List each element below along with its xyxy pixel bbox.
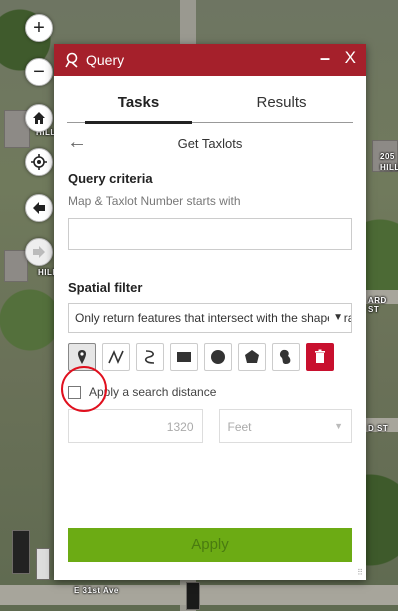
locate-icon	[31, 154, 47, 170]
zoom-out-button[interactable]: −	[25, 58, 53, 86]
query-criteria-heading: Query criteria	[68, 171, 153, 186]
panel-title: Query	[86, 52, 125, 68]
freehand-polygon-icon	[279, 349, 291, 364]
freehand-line-icon	[144, 350, 155, 364]
search-distance-row: Apply a search distance	[68, 385, 352, 399]
map-car	[186, 582, 200, 610]
draw-polygon-button[interactable]	[238, 343, 266, 371]
map-label: 205	[380, 152, 395, 161]
home-button[interactable]	[25, 104, 53, 132]
distance-input[interactable]: 1320	[68, 409, 203, 443]
minimize-button[interactable]: –	[320, 48, 330, 69]
search-distance-label: Apply a search distance	[89, 385, 217, 399]
distance-unit-select[interactable]: Feet ▼	[218, 409, 352, 443]
minus-icon: −	[33, 61, 45, 83]
map-label: ARD ST	[368, 296, 387, 314]
map-car	[12, 530, 30, 574]
draw-freehand-polygon-button[interactable]	[272, 343, 300, 371]
locate-button[interactable]	[25, 148, 53, 176]
polygon-icon	[245, 350, 259, 363]
map-label: D ST	[368, 424, 389, 433]
caret-down-icon: ▼	[329, 312, 343, 323]
next-extent-button[interactable]	[25, 238, 53, 266]
caret-down-icon: ▼	[334, 421, 343, 431]
home-icon	[33, 112, 45, 124]
map-label: E 31st Ave	[74, 586, 119, 595]
map-label: HILL	[380, 163, 398, 172]
highlight-circle-annotation	[61, 366, 107, 412]
resize-grip-icon[interactable]: ⠿	[357, 568, 363, 577]
tab-tasks[interactable]: Tasks	[67, 94, 210, 124]
arrow-left-icon	[33, 202, 45, 214]
point-marker-icon	[78, 350, 86, 364]
panel-title-bar[interactable]: Query – X	[54, 44, 366, 76]
query-icon	[65, 52, 78, 68]
distance-controls: 1320 Feet ▼	[68, 409, 352, 443]
tab-results[interactable]: Results	[210, 94, 353, 122]
map-car	[36, 548, 50, 580]
draw-circle-button[interactable]	[204, 343, 232, 371]
task-header: ← Get Taxlots	[67, 123, 353, 163]
distance-unit-value: Feet	[227, 420, 252, 434]
apply-button[interactable]: Apply	[68, 528, 352, 562]
polyline-icon	[108, 349, 124, 365]
spatial-filter-value: Only return features that intersect with…	[75, 311, 351, 325]
draw-freehand-polyline-button[interactable]	[136, 343, 164, 371]
plus-icon: +	[33, 17, 45, 39]
taxlot-number-input[interactable]	[68, 218, 352, 250]
spatial-filter-heading: Spatial filter	[68, 280, 143, 295]
clear-drawing-button[interactable]	[306, 343, 334, 371]
task-name: Get Taxlots	[177, 136, 243, 151]
close-button[interactable]: X	[345, 48, 356, 68]
arrow-right-icon	[33, 246, 45, 258]
circle-icon	[211, 350, 225, 364]
draw-tools	[68, 343, 352, 371]
rectangle-icon	[177, 352, 191, 362]
query-panel: Query – X Tasks Results ← Get Taxlots Qu…	[54, 44, 366, 580]
previous-extent-button[interactable]	[25, 194, 53, 222]
panel-tabs: Tasks Results	[67, 94, 353, 124]
zoom-in-button[interactable]: +	[25, 14, 53, 42]
trash-icon	[315, 349, 325, 363]
draw-rectangle-button[interactable]	[170, 343, 198, 371]
draw-polyline-button[interactable]	[102, 343, 130, 371]
spatial-filter-select[interactable]: Only return features that intersect with…	[68, 303, 352, 333]
query-criteria-hint: Map & Taxlot Number starts with	[68, 194, 241, 208]
